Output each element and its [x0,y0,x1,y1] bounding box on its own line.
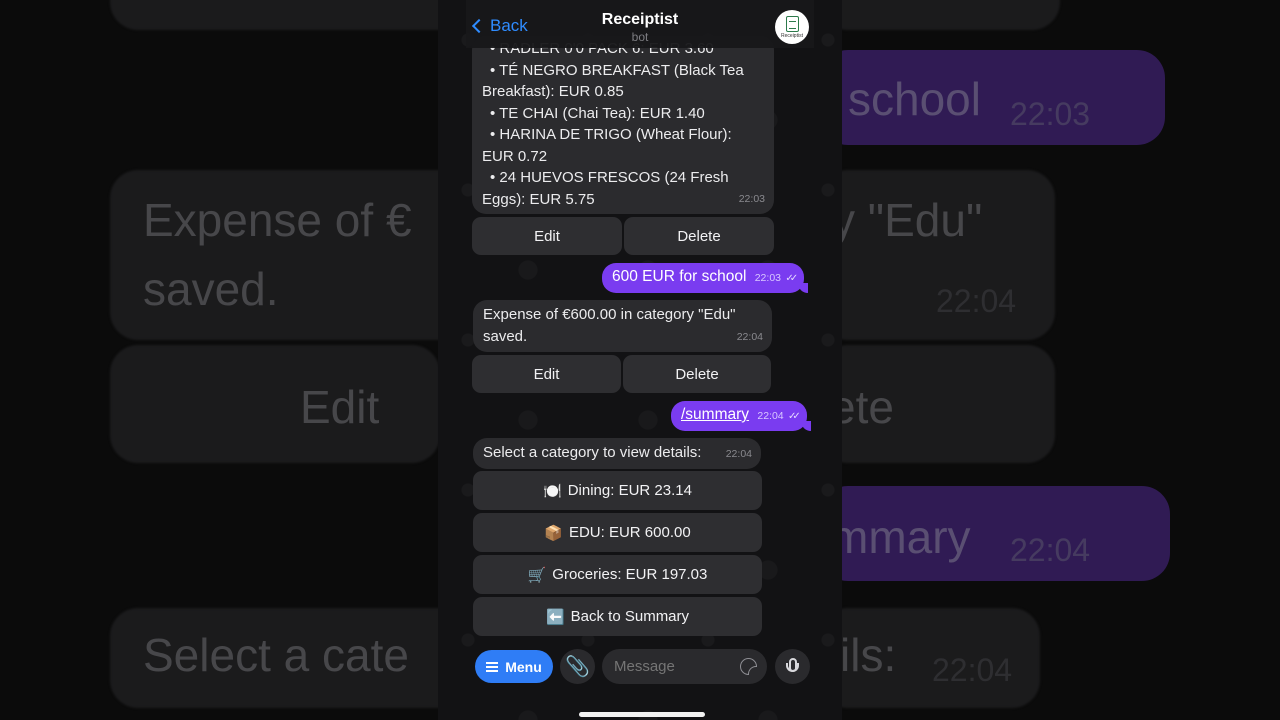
category-button-groceries[interactable]: 🛒 Groceries: EUR 197.03 [473,555,762,594]
outgoing-text: 600 EUR for school [612,268,747,285]
background-left: Expense of € saved. Edit Select a cate [0,0,438,720]
outgoing-message: /summary 22:04 ✓✓ [671,401,811,431]
receipt-line: • TE CHAI (Chai Tea): EUR 1.40 [490,104,705,122]
receipt-line: Eggs): EUR 5.75 [482,190,595,208]
chat-title: Receiptist [601,11,679,28]
receipt-logo-icon [785,15,799,32]
background-right: school 22:03 y "Edu" 22:04 ete mmary 22:… [840,0,1280,720]
category-button-label: Dining: EUR 23.14 [567,482,692,499]
summary-command-link[interactable]: /summary [681,406,749,423]
paperclip-icon: 📎 [565,656,590,678]
expense-delete-button[interactable]: Delete [623,355,771,393]
category-button-dining[interactable]: 🍽️ Dining: EUR 23.14 [473,471,762,510]
category-message: Select a category to view details: 22:04 [473,438,761,469]
menu-button[interactable]: Menu [475,650,553,683]
receipt-line: • 24 HUEVOS FRESCOS (24 Fresh [490,169,729,186]
outgoing-message: 600 EUR for school 22:03 ✓✓ [602,263,809,293]
avatar-label: Receiptist [781,32,803,39]
read-checkmarks-icon: ✓✓ [785,273,798,284]
chat-subtitle: bot [631,30,649,44]
message-time: 22:04 [736,330,763,343]
message-time: 22:04 [725,447,752,460]
attach-button[interactable]: 📎 [560,649,595,684]
category-button-edu[interactable]: 📦 EDU: EUR 600.00 [473,513,762,552]
phone-screen: • RADLER 0'0 PACK 6: EUR 3.60 • TÉ NEGRO… [438,0,842,720]
plate-icon: 🍽️ [543,482,562,500]
menu-label: Menu [505,658,542,675]
receipt-edit-button[interactable]: Edit [472,217,622,255]
home-indicator[interactable] [579,712,705,717]
voice-message-button[interactable] [775,649,810,684]
category-button-label: Back to Summary [570,608,690,625]
message-time: 22:04 [757,410,784,422]
receipt-line: EUR 0.72 [482,147,548,165]
category-button-label: Groceries: EUR 197.03 [552,566,708,583]
chat-header: Back Receiptist bot Receiptist [466,0,814,48]
bot-avatar[interactable]: Receiptist [775,10,809,44]
package-icon: 📦 [544,524,563,542]
shopping-cart-icon: 🛒 [527,566,547,584]
expense-message: Expense of €600.00 in category "Edu" sav… [473,300,772,352]
expense-line: saved. [483,327,528,345]
category-prompt: Select a category to view details: [483,444,702,461]
message-time: 22:03 [738,192,765,205]
receipt-message: • RADLER 0'0 PACK 6: EUR 3.60 • TÉ NEGRO… [472,36,774,214]
sticker-icon[interactable] [740,658,757,675]
menu-icon [486,661,499,672]
message-time: 22:03 [754,272,781,284]
receipt-delete-button[interactable]: Delete [624,217,774,255]
back-to-summary-button[interactable]: ⬅️ Back to Summary [473,597,762,636]
receipt-line: Breakfast): EUR 0.85 [482,83,624,100]
expense-line: Expense of €600.00 in category "Edu" [483,306,736,323]
left-arrow-icon: ⬅️ [545,608,565,626]
receipt-line: • HARINA DE TRIGO (Wheat Flour): [490,126,732,143]
screen: Expense of € saved. Edit Select a cate s… [0,0,1280,720]
category-button-label: EDU: EUR 600.00 [568,524,691,541]
expense-edit-button[interactable]: Edit [472,355,621,393]
receipt-line: • TÉ NEGRO BREAKFAST (Black Tea [490,61,744,79]
read-checkmarks-icon: ✓✓ [787,411,801,422]
input-bar: Menu 📎 [466,640,814,696]
